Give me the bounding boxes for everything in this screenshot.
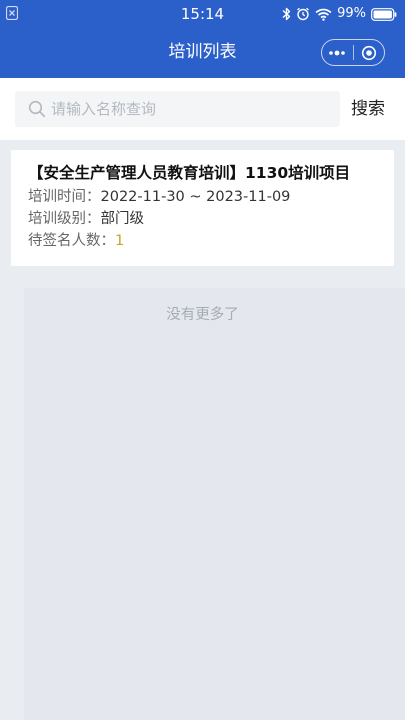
mini-program-capsule xyxy=(321,39,385,66)
training-time-value: 2022-11-30 ~ 2023-11-09 xyxy=(100,189,291,205)
pending-signature-label: 待签名人数： xyxy=(28,233,115,249)
more-icon xyxy=(329,50,346,55)
training-time-row: 培训时间：2022-11-30 ~ 2023-11-09 xyxy=(28,187,394,208)
battery-percent: 99% xyxy=(337,6,366,21)
no-more-text: 没有更多了 xyxy=(166,307,239,323)
more-button[interactable] xyxy=(322,40,353,65)
list-background xyxy=(24,288,405,720)
search-icon xyxy=(28,100,46,118)
target-icon xyxy=(361,45,376,60)
top-bar: 15:14 99% 培训列表 xyxy=(0,0,405,78)
battery-icon xyxy=(371,7,397,21)
bluetooth-icon xyxy=(282,7,291,21)
status-bar: 15:14 99% xyxy=(0,0,405,28)
search-bar: 搜索 xyxy=(0,78,405,140)
search-input[interactable] xyxy=(51,91,331,127)
training-card[interactable]: 【安全生产管理人员教育培训】1130培训项目 培训时间：2022-11-30 ~… xyxy=(11,150,394,266)
training-level-value: 部门级 xyxy=(100,211,145,227)
pending-signature-count: 1 xyxy=(115,233,125,249)
training-level-label: 培训级别： xyxy=(28,211,101,227)
close-mini-program-button[interactable] xyxy=(354,40,385,65)
pending-signature-row: 待签名人数：1 xyxy=(28,231,394,252)
status-icons: 99% xyxy=(282,5,397,23)
training-level-row: 培训级别：部门级 xyxy=(28,209,394,230)
nav-bar: 培训列表 xyxy=(0,28,405,78)
search-button[interactable]: 搜索 xyxy=(351,97,385,121)
search-box xyxy=(15,91,340,127)
training-title: 【安全生产管理人员教育培训】1130培训项目 xyxy=(28,164,351,182)
training-time-label: 培训时间： xyxy=(28,189,101,205)
alarm-icon xyxy=(297,7,310,21)
wifi-icon xyxy=(315,8,332,21)
